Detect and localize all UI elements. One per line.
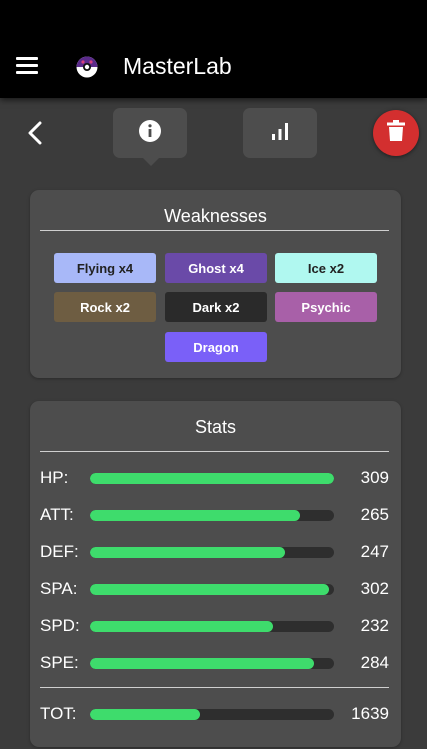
stat-value: 1639 xyxy=(351,704,389,723)
bar-chart-icon xyxy=(269,121,291,146)
stat-bar-fill xyxy=(90,547,286,558)
weakness-chip-label: Flying x4 xyxy=(76,260,134,276)
stat-row-hp: HP: 309 xyxy=(30,466,401,490)
stat-label: DEF: xyxy=(40,542,79,561)
info-icon xyxy=(138,119,162,148)
stat-value: 232 xyxy=(360,616,389,635)
delete-button[interactable] xyxy=(373,110,419,156)
stats-title: Stats xyxy=(194,417,237,437)
stat-bar xyxy=(90,547,334,558)
pokeball-icon xyxy=(76,56,98,78)
stat-label: SPD: xyxy=(40,616,80,635)
stat-row-spa: SPA: 302 xyxy=(30,577,401,601)
stat-row-spe: SPE: 284 xyxy=(30,651,401,675)
stat-value: 302 xyxy=(360,579,389,598)
weaknesses-divider xyxy=(40,230,389,231)
weakness-chip-label: Ice x2 xyxy=(307,260,345,276)
weakness-chip: Flying x4 xyxy=(54,253,156,283)
stat-label: TOT: xyxy=(40,704,77,723)
weakness-chip: Ghost x4 xyxy=(165,253,267,283)
stat-row-att: ATT: 265 xyxy=(30,503,401,527)
stat-label: SPA: xyxy=(40,579,78,598)
total-divider xyxy=(40,687,389,688)
stat-bar-fill xyxy=(90,510,300,521)
trash-icon xyxy=(387,119,405,147)
weakness-chip: Ice x2 xyxy=(275,253,377,283)
stat-row-spd: SPD: 232 xyxy=(30,614,401,638)
weakness-chip: Psychic xyxy=(275,292,377,322)
stat-bar xyxy=(90,658,334,669)
tab-stats[interactable] xyxy=(243,108,317,158)
weakness-chip-label: Rock x2 xyxy=(80,299,130,315)
stat-value: 265 xyxy=(360,505,389,524)
stat-bar-fill xyxy=(90,621,273,632)
stat-bar-fill xyxy=(90,709,200,720)
weaknesses-title: Weaknesses xyxy=(164,206,267,226)
stat-row-def: DEF: 247 xyxy=(30,540,401,564)
stat-bar xyxy=(90,510,334,521)
stat-bar-fill xyxy=(90,584,330,595)
weakness-chip: Dark x2 xyxy=(165,292,267,322)
stat-bar xyxy=(90,621,334,632)
stat-bar xyxy=(90,473,334,484)
weakness-chip-label: Ghost x4 xyxy=(188,260,244,276)
stat-label: ATT: xyxy=(40,505,74,524)
hamburger-menu-icon[interactable] xyxy=(16,57,38,75)
weaknesses-card: Weaknesses Flying x4 Ghost x4 Ice x2 Roc… xyxy=(30,190,401,378)
stat-bar xyxy=(90,709,334,720)
stat-row-total: TOT: 1639 xyxy=(30,702,401,726)
chevron-left-icon[interactable] xyxy=(24,119,46,147)
weakness-chip: Dragon xyxy=(165,332,267,362)
stats-divider xyxy=(40,451,389,452)
stat-bar-fill xyxy=(90,658,315,669)
app-root: MasterLab Weaknesses Flying x4 Ghost x4 … xyxy=(0,0,427,749)
weakness-chip: Rock x2 xyxy=(54,292,156,322)
stat-value: 247 xyxy=(360,542,389,561)
app-bar: MasterLab xyxy=(0,0,427,98)
stat-label: SPE: xyxy=(40,653,79,672)
weakness-chip-label: Dragon xyxy=(193,339,239,355)
tab-info[interactable] xyxy=(113,108,187,166)
stat-bar xyxy=(90,584,334,595)
app-title: MasterLab xyxy=(123,53,232,79)
stats-card: Stats HP: 309 ATT: 265 DEF: 247 SPA: 302… xyxy=(30,401,401,747)
stat-value: 309 xyxy=(360,468,389,487)
weakness-chip-label: Psychic xyxy=(301,299,351,315)
stat-value: 284 xyxy=(360,653,389,672)
stat-bar-fill xyxy=(90,473,334,484)
stat-label: HP: xyxy=(40,468,69,487)
weakness-chip-label: Dark x2 xyxy=(192,299,240,315)
